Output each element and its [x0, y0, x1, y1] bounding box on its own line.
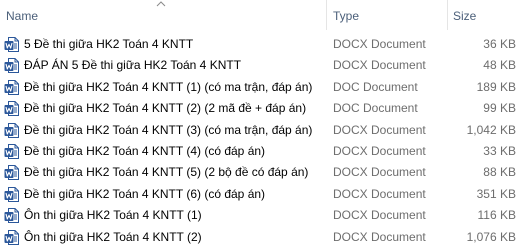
- file-size: 1,042 KB: [466, 122, 516, 137]
- word-document-icon: [4, 79, 19, 95]
- column-header-row: Name Type Size: [0, 0, 524, 30]
- column-header-type-label: Type: [333, 9, 360, 23]
- file-row[interactable]: Đề thi giữa HK2 Toán 4 KNTT (2) (2 mã đề…: [0, 98, 524, 119]
- column-header-size[interactable]: Size: [447, 0, 524, 30]
- file-row[interactable]: Đề thi giữa HK2 Toán 4 KNTT (1) (có ma t…: [0, 77, 524, 98]
- file-row[interactable]: Đề thi giữa HK2 Toán 4 KNTT (4) (có đáp …: [0, 141, 524, 162]
- file-list-pane: Name Type Size 5 Đề thi giữa HK2 Toán 4 …: [0, 0, 524, 251]
- word-document-icon: [4, 143, 19, 159]
- file-size: 99 KB: [483, 101, 516, 116]
- column-header-type[interactable]: Type: [326, 0, 447, 30]
- file-row[interactable]: ĐÁP ÁN 5 Đề thi giữa HK2 Toán 4 KNTT DOC…: [0, 55, 524, 76]
- file-row[interactable]: Đề thi giữa HK2 Toán 4 KNTT (5) (2 bộ đề…: [0, 162, 524, 183]
- file-size: 36 KB: [483, 37, 516, 51]
- file-name[interactable]: Đề thi giữa HK2 Toán 4 KNTT (3) (có ma t…: [24, 120, 312, 141]
- file-type: DOCX Document: [333, 122, 426, 137]
- file-row[interactable]: Đề thi giữa HK2 Toán 4 KNTT (6) (có đáp …: [0, 184, 524, 205]
- file-type: DOCX Document: [333, 143, 426, 158]
- word-document-icon: [4, 122, 19, 138]
- word-document-icon: [4, 37, 19, 52]
- column-header-name-label: Name: [6, 9, 39, 23]
- file-name[interactable]: 5 Đề thi giữa HK2 Toán 4 KNTT: [24, 34, 193, 55]
- file-size: 189 KB: [476, 79, 516, 94]
- column-header-size-label: Size: [453, 9, 477, 23]
- column-header-name[interactable]: Name: [0, 0, 326, 30]
- file-size: 48 KB: [483, 58, 516, 73]
- file-type: DOCX Document: [333, 186, 426, 201]
- file-type: DOCX Document: [333, 165, 426, 180]
- file-name[interactable]: Đề thi giữa HK2 Toán 4 KNTT (5) (2 bộ đề…: [24, 162, 308, 183]
- word-document-icon: [4, 165, 19, 181]
- file-type: DOC Document: [333, 101, 418, 116]
- file-name[interactable]: ĐÁP ÁN 5 Đề thi giữa HK2 Toán 4 KNTT: [24, 55, 241, 76]
- file-size: 1,076 KB: [466, 229, 516, 244]
- word-document-icon: [4, 186, 19, 202]
- file-name[interactable]: Ôn thi giữa HK2 Toán 4 KNTT (2): [24, 227, 202, 248]
- file-size: 351 KB: [476, 186, 516, 201]
- file-size: 33 KB: [483, 143, 516, 158]
- file-name[interactable]: Đề thi giữa HK2 Toán 4 KNTT (6) (có đáp …: [24, 184, 265, 205]
- file-type: DOCX Document: [333, 208, 426, 223]
- word-document-icon: [4, 58, 19, 74]
- file-type: DOCX Document: [333, 37, 426, 51]
- file-size: 88 KB: [483, 165, 516, 180]
- file-name[interactable]: Ôn thi giữa HK2 Toán 4 KNTT (1): [24, 205, 202, 226]
- file-type: DOC Document: [333, 79, 418, 94]
- file-name[interactable]: Đề thi giữa HK2 Toán 4 KNTT (4) (có đáp …: [24, 141, 265, 162]
- file-type: DOCX Document: [333, 58, 426, 73]
- file-row[interactable]: Ôn thi giữa HK2 Toán 4 KNTT (2) DOCX Doc…: [0, 227, 524, 248]
- file-name[interactable]: Đề thi giữa HK2 Toán 4 KNTT (2) (2 mã đề…: [24, 98, 306, 119]
- file-name[interactable]: Đề thi giữa HK2 Toán 4 KNTT (1) (có ma t…: [24, 77, 312, 98]
- word-document-icon: [4, 229, 19, 245]
- file-row[interactable]: 5 Đề thi giữa HK2 Toán 4 KNTT DOCX Docum…: [0, 34, 524, 55]
- file-row[interactable]: Ôn thi giữa HK2 Toán 4 KNTT (1) DOCX Doc…: [0, 205, 524, 226]
- file-row[interactable]: Đề thi giữa HK2 Toán 4 KNTT (3) (có ma t…: [0, 120, 524, 141]
- word-document-icon: [4, 101, 19, 117]
- file-type: DOCX Document: [333, 229, 426, 244]
- file-rows: 5 Đề thi giữa HK2 Toán 4 KNTT DOCX Docum…: [0, 34, 524, 248]
- file-size: 116 KB: [477, 208, 516, 223]
- word-document-icon: [4, 208, 19, 224]
